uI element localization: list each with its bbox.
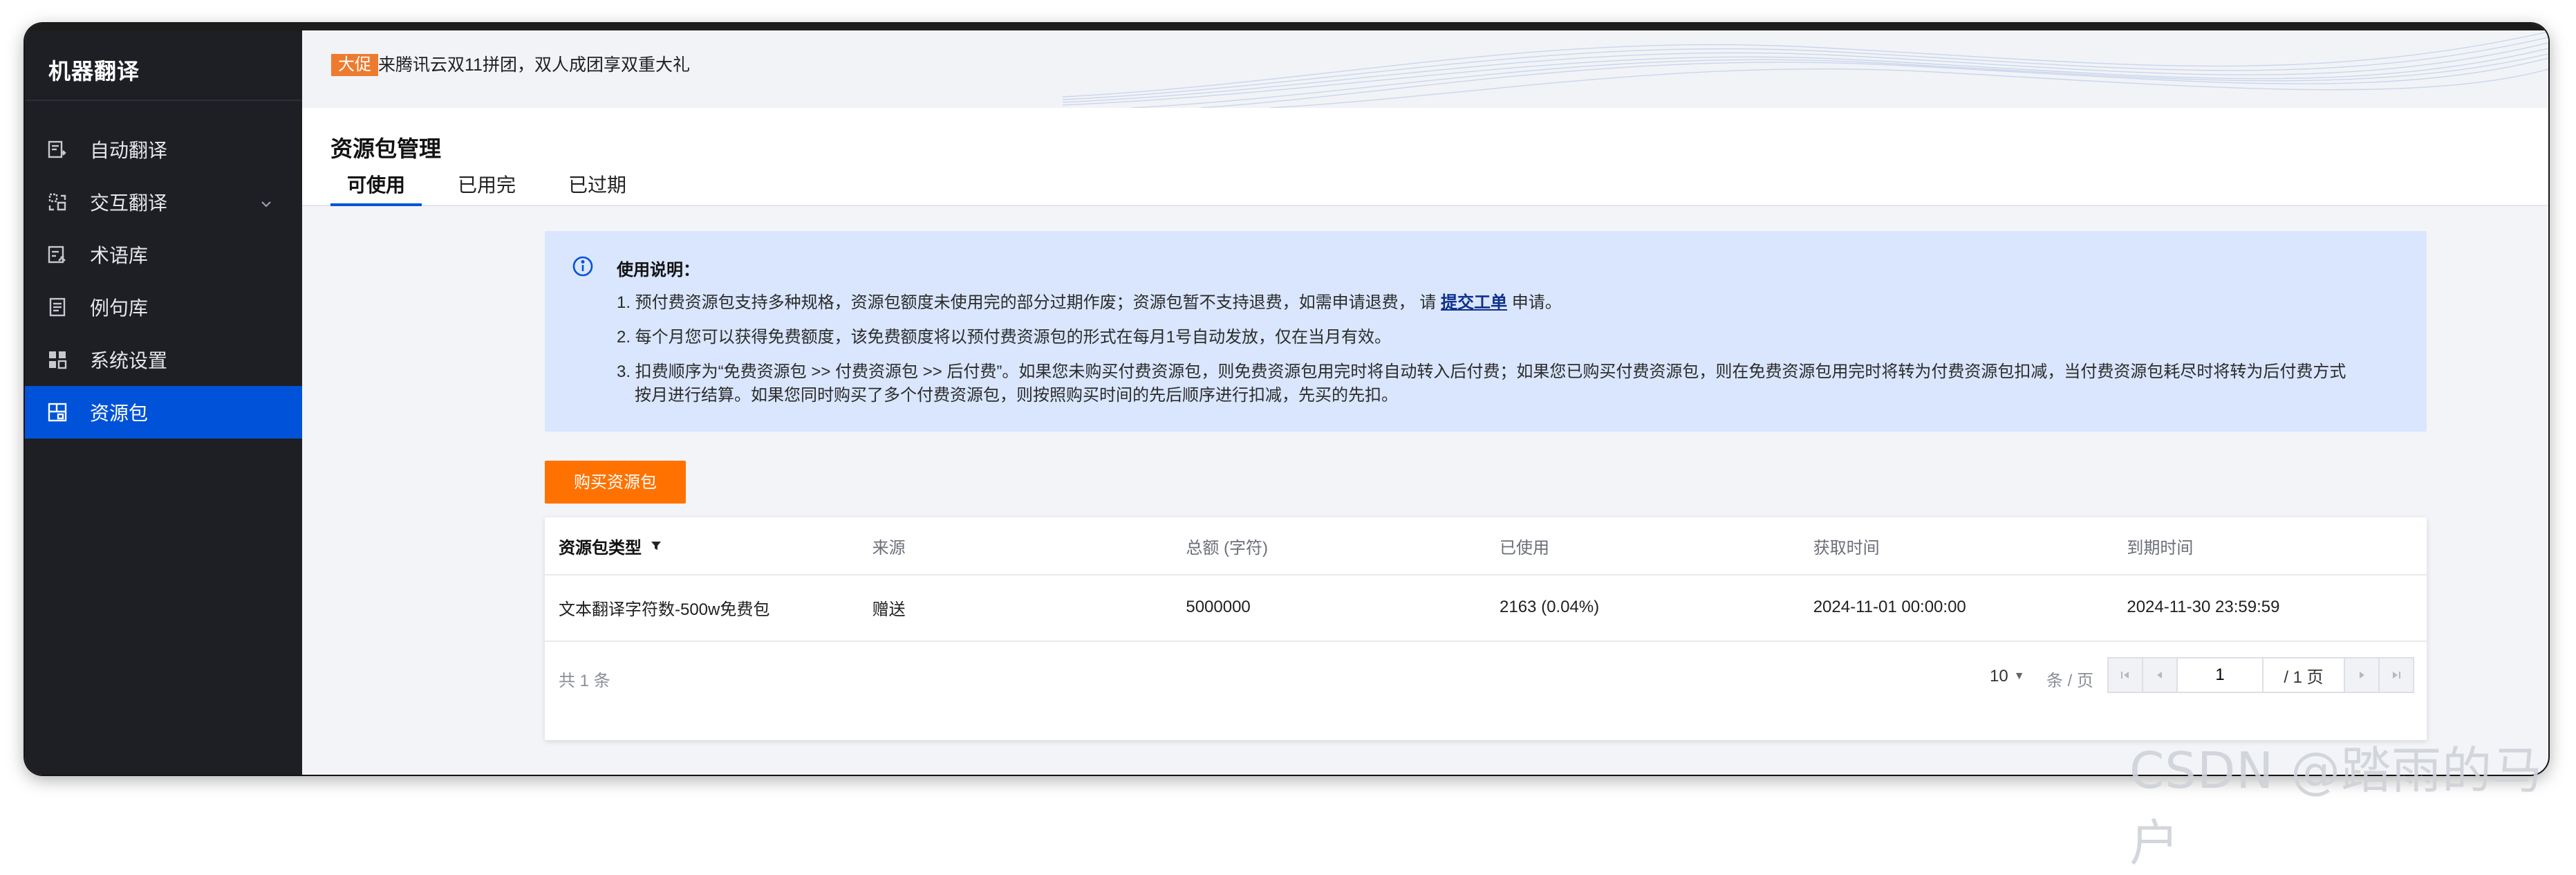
total-count: 共 1 条	[559, 672, 610, 690]
glossary-icon	[46, 243, 69, 266]
page-header: 资源包管理 可使用 已用完 已过期	[302, 108, 2548, 206]
tab-used-up[interactable]: 已用完	[441, 172, 532, 203]
notice-title: 使用说明：	[617, 261, 700, 279]
page-title: 资源包管理	[330, 136, 442, 161]
tab-available[interactable]: 可使用	[330, 172, 422, 206]
next-page-icon[interactable]	[2345, 658, 2380, 692]
first-page-icon[interactable]	[2109, 658, 2143, 692]
sentence-library-icon	[46, 295, 69, 319]
interactive-translate-icon	[46, 190, 69, 214]
banner-wave-decoration	[1063, 31, 2548, 108]
column-header-type[interactable]: 资源包类型	[545, 517, 859, 574]
chevron-down-icon[interactable]	[259, 194, 273, 216]
promo-badge: 大促	[331, 54, 378, 76]
prev-page-icon[interactable]	[2143, 658, 2178, 692]
page-number-input[interactable]	[2178, 658, 2264, 692]
product-title: 机器翻译	[48, 59, 140, 84]
table-header: 资源包类型 来源 总额 (字符) 已使用 获取时间 到期时间	[545, 517, 2427, 575]
resource-package-icon	[46, 400, 69, 424]
sidebar-item-label: 系统设置	[90, 350, 168, 371]
notice-line-2: 2. 每个月您可以获得免费额度，该免费额度将以预付费资源包的形式在每月1号自动发…	[617, 328, 1392, 347]
sidebar-item-interactive-translate[interactable]: 交互翻译	[25, 176, 302, 228]
column-header-acquired-time: 获取时间	[1813, 538, 1880, 558]
status-tabs: 可使用 已用完 已过期	[330, 172, 662, 206]
promo-text[interactable]: 来腾讯云双11拼团，双人成团享双重大礼	[378, 54, 690, 76]
sidebar-nav: 自动翻译 交互翻译 术语库 例句库 系统设置 资源包	[25, 123, 302, 439]
sidebar-item-system-settings[interactable]: 系统设置	[25, 333, 302, 386]
notice-line-1-suffix: 申请。	[1507, 293, 1562, 312]
cell-used: 2163 (0.04%)	[1500, 598, 1600, 616]
page-size-value: 10	[1990, 667, 2008, 685]
app-window: 机器翻译 自动翻译 交互翻译 术语库 例句库 系统设置 资源包 大促 来腾讯云双…	[25, 24, 2548, 775]
promo-banner[interactable]: 大促 来腾讯云双11拼团，双人成团享双重大礼	[302, 30, 2548, 108]
notice-line-1-text: 1. 预付费资源包支持多种规格，资源包额度未使用完的部分过期作废；资源包暂不支持…	[617, 293, 1441, 312]
sidebar-item-label: 自动翻译	[90, 140, 168, 161]
sidebar: 机器翻译 自动翻译 交互翻译 术语库 例句库 系统设置 资源包	[25, 24, 302, 775]
cell-expire-time: 2024-11-30 23:59:59	[2127, 598, 2280, 616]
resource-package-table: 资源包类型 来源 总额 (字符) 已使用 获取时间 到期时间 文本翻译字符数-5…	[545, 517, 2427, 740]
sidebar-item-label: 例句库	[90, 297, 149, 319]
sidebar-item-label: 交互翻译	[90, 192, 168, 214]
sidebar-item-auto-translate[interactable]: 自动翻译	[25, 123, 302, 176]
info-icon	[572, 256, 593, 277]
cell-type: 文本翻译字符数-500w免费包	[559, 600, 770, 619]
page-size-select[interactable]: 10 ▼	[1990, 667, 2025, 686]
column-header-used: 已使用	[1500, 538, 1550, 558]
total-pages: / 1 页	[2264, 658, 2345, 692]
table-footer: 共 1 条 10 ▼ 条 / 页 / 1 页	[545, 642, 2427, 714]
pagination: / 1 页	[2107, 657, 2414, 693]
auto-translate-icon	[46, 138, 69, 161]
last-page-icon[interactable]	[2380, 658, 2413, 692]
caret-down-icon: ▼	[2013, 670, 2025, 682]
csdn-watermark: CSDN @踏雨的马户	[2129, 742, 2544, 872]
column-header-expire-time: 到期时间	[2127, 538, 2194, 558]
filter-icon[interactable]	[650, 540, 662, 552]
column-header-label: 资源包类型	[559, 538, 642, 558]
notice-line-1: 1. 预付费资源包支持多种规格，资源包额度未使用完的部分过期作废；资源包暂不支持…	[617, 291, 1562, 315]
buy-resource-package-button[interactable]: 购买资源包	[545, 461, 686, 504]
sidebar-item-resource-package[interactable]: 资源包	[25, 386, 302, 439]
per-page-label: 条 / 页	[2046, 672, 2094, 690]
column-header-total: 总额 (字符)	[1186, 538, 1268, 558]
tab-expired[interactable]: 已过期	[552, 172, 643, 203]
sidebar-item-glossary[interactable]: 术语库	[25, 228, 302, 281]
submit-ticket-link[interactable]: 提交工单	[1441, 293, 1507, 312]
cell-total: 5000000	[1186, 598, 1251, 616]
sidebar-divider	[25, 100, 302, 101]
cell-source: 赠送	[872, 600, 906, 619]
settings-grid-icon	[46, 348, 69, 371]
column-header-source: 来源	[872, 538, 906, 558]
table-row[interactable]: 文本翻译字符数-500w免费包 赠送 5000000 2163 (0.04%) …	[545, 574, 2427, 642]
notice-line-3-continued: 按月进行结算。如果您同时购买了多个付费资源包，则按照购买时间的先后顺序进行扣减，…	[635, 386, 1398, 405]
sidebar-item-sentence-library[interactable]: 例句库	[25, 281, 302, 333]
sidebar-item-label: 术语库	[90, 245, 149, 266]
notice-line-3: 3. 扣费顺序为“免费资源包 >> 付费资源包 >> 后付费”。如果您未购买付费…	[617, 362, 2346, 381]
sidebar-item-label: 资源包	[90, 403, 149, 424]
usage-notice: 使用说明： 1. 预付费资源包支持多种规格，资源包额度未使用完的部分过期作废；资…	[545, 231, 2427, 432]
cell-acquired-time: 2024-11-01 00:00:00	[1813, 598, 1966, 616]
